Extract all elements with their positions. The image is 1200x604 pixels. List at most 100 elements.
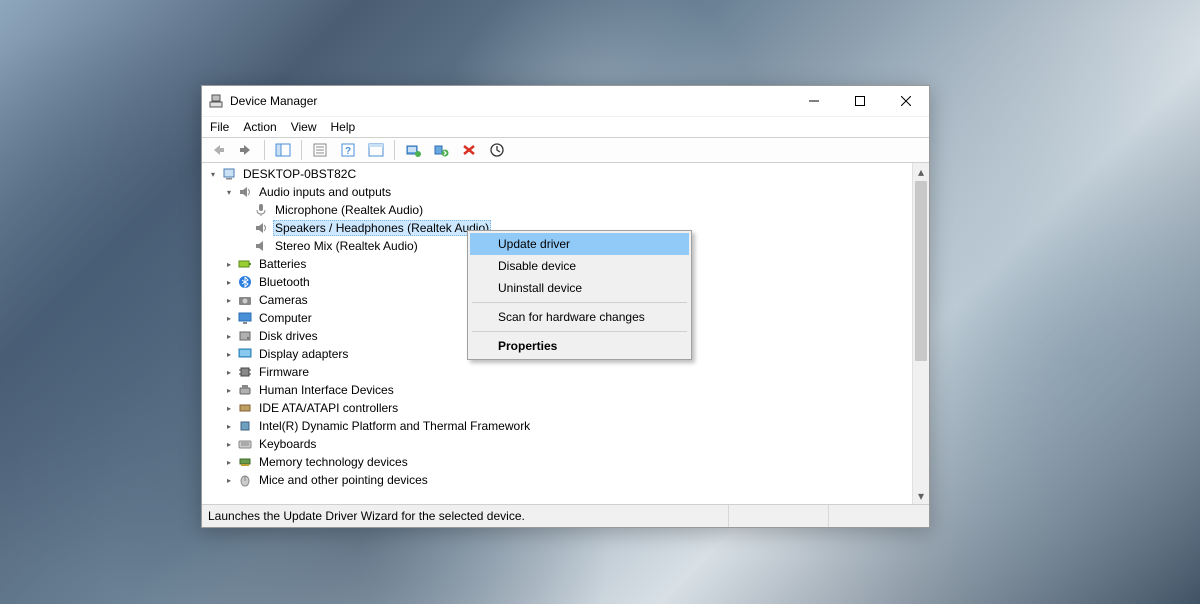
hid-icon bbox=[237, 382, 253, 398]
tree-category[interactable]: ▸ Mice and other pointing devices bbox=[202, 471, 912, 489]
status-text: Launches the Update Driver Wizard for th… bbox=[202, 505, 729, 527]
chevron-right-icon[interactable]: ▸ bbox=[222, 473, 236, 487]
chevron-right-icon[interactable]: ▸ bbox=[222, 419, 236, 433]
scroll-thumb[interactable] bbox=[915, 181, 927, 361]
tree-category[interactable]: ▸ Memory technology devices bbox=[202, 453, 912, 471]
chevron-right-icon[interactable]: ▸ bbox=[222, 275, 236, 289]
battery-icon bbox=[237, 256, 253, 272]
statusbar: Launches the Update Driver Wizard for th… bbox=[202, 505, 929, 527]
device-manager-window: Device Manager File Action View Help ? bbox=[201, 85, 930, 528]
chevron-right-icon[interactable]: ▸ bbox=[222, 257, 236, 271]
ctx-properties[interactable]: Properties bbox=[470, 335, 689, 357]
menu-help[interactable]: Help bbox=[331, 120, 356, 134]
chevron-right-icon[interactable]: ▸ bbox=[222, 401, 236, 415]
menubar: File Action View Help bbox=[202, 116, 929, 137]
tree-category[interactable]: ▸ Intel(R) Dynamic Platform and Thermal F… bbox=[202, 417, 912, 435]
tree-category[interactable]: ▸ Keyboards bbox=[202, 435, 912, 453]
tree-node-label: Intel(R) Dynamic Platform and Thermal Fr… bbox=[257, 418, 532, 434]
chevron-right-icon[interactable]: ▸ bbox=[222, 365, 236, 379]
help-button[interactable]: ? bbox=[336, 139, 360, 161]
keyboard-icon bbox=[237, 436, 253, 452]
tree-node-label: Bluetooth bbox=[257, 274, 312, 290]
ide-icon bbox=[237, 400, 253, 416]
tree-category[interactable]: ▸ Human Interface Devices bbox=[202, 381, 912, 399]
chevron-right-icon[interactable]: ▸ bbox=[222, 311, 236, 325]
menu-file[interactable]: File bbox=[210, 120, 229, 134]
maximize-button[interactable] bbox=[837, 86, 883, 116]
tree-node-label: Disk drives bbox=[257, 328, 320, 344]
scroll-up-icon[interactable]: ▴ bbox=[913, 163, 929, 180]
ctx-uninstall-device[interactable]: Uninstall device bbox=[470, 277, 689, 299]
titlebar[interactable]: Device Manager bbox=[202, 86, 929, 116]
mouse-icon bbox=[237, 472, 253, 488]
menu-action[interactable]: Action bbox=[243, 120, 276, 134]
chip-icon bbox=[237, 418, 253, 434]
app-icon bbox=[208, 93, 224, 109]
tree-category[interactable]: ▸ Firmware bbox=[202, 363, 912, 381]
tree-node-label: DESKTOP-0BST82C bbox=[241, 166, 358, 182]
uninstall-button[interactable] bbox=[429, 139, 453, 161]
disable-button[interactable] bbox=[457, 139, 481, 161]
properties-button[interactable] bbox=[308, 139, 332, 161]
tree-node-label: Mice and other pointing devices bbox=[257, 472, 430, 488]
toolbar-separator bbox=[301, 140, 302, 160]
tree-node-label: Memory technology devices bbox=[257, 454, 410, 470]
chevron-right-icon[interactable]: ▸ bbox=[222, 437, 236, 451]
ctx-update-driver[interactable]: Update driver bbox=[470, 233, 689, 255]
scroll-down-icon[interactable]: ▾ bbox=[913, 487, 929, 504]
tree-node-label: Batteries bbox=[257, 256, 308, 272]
computer-icon bbox=[221, 166, 237, 182]
memory-icon bbox=[237, 454, 253, 470]
vertical-scrollbar[interactable]: ▴ ▾ bbox=[912, 163, 929, 504]
display-icon bbox=[237, 346, 253, 362]
svg-text:?: ? bbox=[345, 146, 351, 157]
microphone-icon bbox=[253, 202, 269, 218]
context-menu: Update driver Disable device Uninstall d… bbox=[467, 230, 692, 360]
speaker-icon bbox=[253, 220, 269, 236]
chevron-right-icon[interactable]: ▸ bbox=[222, 329, 236, 343]
tree-category-audio[interactable]: ▾ Audio inputs and outputs bbox=[202, 183, 912, 201]
update-driver-button[interactable] bbox=[401, 139, 425, 161]
ctx-separator bbox=[472, 331, 687, 332]
monitor-icon bbox=[237, 310, 253, 326]
disk-icon bbox=[237, 328, 253, 344]
tree-node-label: Display adapters bbox=[257, 346, 350, 362]
toolbar-separator bbox=[264, 140, 265, 160]
scan-button[interactable] bbox=[485, 139, 509, 161]
scan-hardware-button[interactable] bbox=[364, 139, 388, 161]
window-title: Device Manager bbox=[230, 94, 317, 108]
chevron-down-icon[interactable]: ▾ bbox=[206, 167, 220, 181]
close-button[interactable] bbox=[883, 86, 929, 116]
show-hide-console-button[interactable] bbox=[271, 139, 295, 161]
back-button[interactable] bbox=[206, 139, 230, 161]
menu-view[interactable]: View bbox=[291, 120, 317, 134]
ctx-disable-device[interactable]: Disable device bbox=[470, 255, 689, 277]
speaker-icon bbox=[237, 184, 253, 200]
tree-category[interactable]: ▸ IDE ATA/ATAPI controllers bbox=[202, 399, 912, 417]
tree-root[interactable]: ▾ DESKTOP-0BST82C bbox=[202, 165, 912, 183]
chevron-right-icon[interactable]: ▸ bbox=[222, 455, 236, 469]
status-cell bbox=[829, 505, 929, 527]
tree-node-label: Cameras bbox=[257, 292, 310, 308]
minimize-button[interactable] bbox=[791, 86, 837, 116]
tree-node-label: Human Interface Devices bbox=[257, 382, 396, 398]
tree-node-label: Speakers / Headphones (Realtek Audio) bbox=[273, 220, 491, 236]
tree-node-label: Computer bbox=[257, 310, 314, 326]
tree-node-label: Microphone (Realtek Audio) bbox=[273, 202, 425, 218]
chevron-right-icon[interactable]: ▸ bbox=[222, 383, 236, 397]
chevron-right-icon[interactable]: ▸ bbox=[222, 293, 236, 307]
toolbar: ? bbox=[202, 137, 929, 163]
tree-node-label: Keyboards bbox=[257, 436, 318, 452]
tree-node-label: Firmware bbox=[257, 364, 311, 380]
tree-node-label: IDE ATA/ATAPI controllers bbox=[257, 400, 400, 416]
forward-button[interactable] bbox=[234, 139, 258, 161]
tree-device-microphone[interactable]: Microphone (Realtek Audio) bbox=[202, 201, 912, 219]
tree-node-label: Audio inputs and outputs bbox=[257, 184, 393, 200]
speaker-icon bbox=[253, 238, 269, 254]
chevron-right-icon[interactable]: ▸ bbox=[222, 347, 236, 361]
chevron-down-icon[interactable]: ▾ bbox=[222, 185, 236, 199]
ctx-scan-hardware[interactable]: Scan for hardware changes bbox=[470, 306, 689, 328]
tree-node-label: Stereo Mix (Realtek Audio) bbox=[273, 238, 420, 254]
chip-icon bbox=[237, 364, 253, 380]
status-cell bbox=[729, 505, 829, 527]
